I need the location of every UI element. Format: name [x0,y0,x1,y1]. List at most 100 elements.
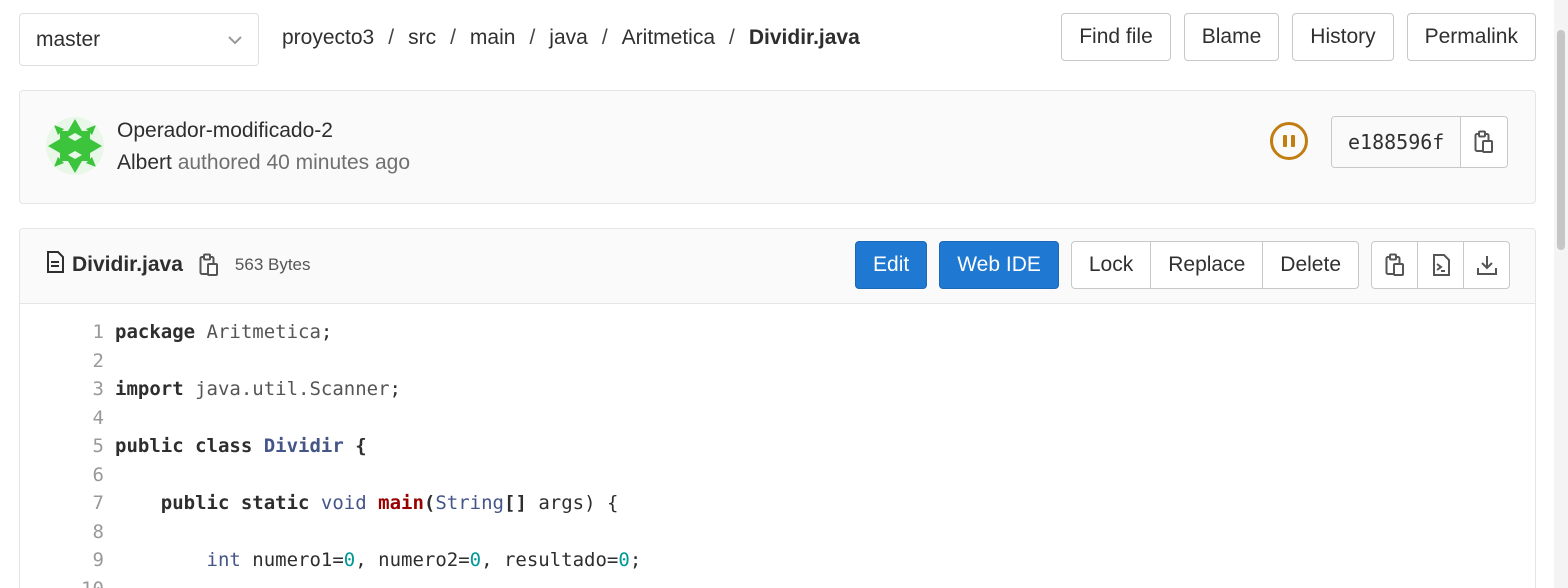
edit-button[interactable]: Edit [855,241,928,289]
breadcrumb: proyecto3 / src / main / java / Aritmeti… [282,26,860,50]
commit-sha-group: e188596f [1331,116,1509,168]
download-icon [1476,256,1497,275]
breadcrumb-separator: / [601,26,608,49]
code-token: main [378,492,424,515]
code-line: 1 package Aritmetica; [20,318,1535,347]
commit-sha[interactable]: e188596f [1332,117,1462,167]
branch-select[interactable]: master [19,13,259,66]
code-token: package [115,321,196,344]
file-icon [46,251,64,278]
breadcrumb-separator: / [388,26,395,49]
code-line-content: int numero1=0, numero2=0, resultado=0; [115,549,642,572]
copy-source-button[interactable] [1371,241,1418,289]
web-ide-button[interactable]: Web IDE [939,241,1059,289]
code-token: args) { [526,492,619,515]
history-button[interactable]: History [1292,13,1394,61]
code-line: 5 public class Dividir { [20,432,1535,461]
breadcrumb-item[interactable]: java [549,26,588,50]
lock-button[interactable]: Lock [1070,241,1152,289]
code-token: 0 [469,549,482,572]
file-size: 563 Bytes [234,254,311,274]
code-token: String [435,492,504,515]
code-token: public class [115,435,253,458]
breadcrumb-item[interactable]: src [408,26,436,50]
code-token: void [320,492,367,515]
file-top-actions: Find file Blame History Permalink [1061,13,1536,61]
code-line-content: public static void main(String[] args) { [115,492,619,515]
line-number[interactable]: 2 [20,350,104,372]
line-number[interactable]: 5 [20,435,104,457]
code-token: ; [629,549,642,572]
breadcrumb-item[interactable]: main [470,26,516,50]
find-file-button[interactable]: Find file [1061,13,1171,61]
commit-title-link[interactable]: Operador-modificado-2 [117,119,333,143]
code-token: Aritmetica [195,321,321,344]
file-modify-group: Lock Replace Delete [1070,241,1359,289]
last-commit-panel: Operador-modificado-2 Albert authored 40… [19,90,1536,204]
scrollbar[interactable] [1554,0,1568,588]
delete-button[interactable]: Delete [1262,241,1359,289]
download-button[interactable] [1463,241,1510,289]
commit-author-link[interactable]: Albert [117,151,172,174]
clipboard-icon [1385,253,1404,276]
breadcrumb-separator: / [729,26,735,49]
code-line: 2 [20,347,1535,376]
code-token: import [115,378,184,401]
line-number[interactable]: 4 [20,407,104,429]
code-line: 10 [20,575,1535,588]
breadcrumb-item[interactable]: proyecto3 [282,26,374,50]
code-token: numero1= [240,549,344,572]
code-viewer: 1 package Aritmetica; 2 3 import java.util.S… [20,304,1535,588]
code-line: 4 [20,404,1535,433]
code-line: 6 [20,461,1535,490]
commit-meta: Albert authored 40 minutes ago [117,151,410,175]
chevron-down-icon [228,32,242,48]
blame-button[interactable]: Blame [1183,13,1280,61]
open-raw-button[interactable] [1417,241,1464,289]
permalink-button[interactable]: Permalink [1406,13,1536,61]
file-holder: Dividir.java 563 Bytes Edit Web IDE Lock… [19,228,1536,588]
line-number[interactable]: 3 [20,378,104,400]
terminal-icon [1432,254,1450,276]
branch-select-label: master [36,27,101,51]
code-token: 0 [343,549,356,572]
line-number[interactable]: 7 [20,492,104,514]
line-number[interactable]: 1 [20,321,104,343]
code-token: ; [320,321,333,344]
clipboard-icon[interactable] [199,253,219,277]
line-number[interactable]: 10 [20,578,104,588]
replace-button[interactable]: Replace [1150,241,1264,289]
line-number[interactable]: 6 [20,464,104,486]
code-line: 3 import java.util.Scanner; [20,375,1535,404]
line-number[interactable]: 8 [20,521,104,543]
code-token: ; [389,378,401,401]
code-token: { [343,435,367,458]
code-token: , numero2= [355,549,470,572]
breadcrumb-separator: / [529,26,536,49]
file-name: Dividir.java [72,252,183,276]
code-token: java.util.Scanner [183,378,390,401]
code-token: Dividir [263,435,344,458]
code-line-content: package Aritmetica; [115,321,332,343]
code-line-content: public class Dividir { [115,435,367,457]
code-token: , resultado= [481,549,619,572]
breadcrumb-separator: / [450,26,456,49]
scrollbar-thumb[interactable] [1557,30,1565,250]
code-line: 8 [20,518,1535,547]
file-header: Dividir.java 563 Bytes Edit Web IDE Lock… [20,229,1535,304]
code-token: [] [504,492,527,515]
breadcrumb-current[interactable]: Dividir.java [749,26,860,50]
pause-icon[interactable] [1270,122,1308,160]
commit-authored-time: authored 40 minutes ago [177,151,411,174]
line-number[interactable]: 9 [20,549,104,571]
breadcrumb-item[interactable]: Aritmetica [622,26,715,50]
file-actions: Edit Web IDE Lock Replace Delete [855,241,1510,289]
code-line: 9 int numero1=0, numero2=0, resultado=0; [20,546,1535,575]
avatar[interactable] [46,117,104,175]
file-view-group [1371,241,1510,289]
clipboard-icon[interactable] [1461,117,1507,167]
